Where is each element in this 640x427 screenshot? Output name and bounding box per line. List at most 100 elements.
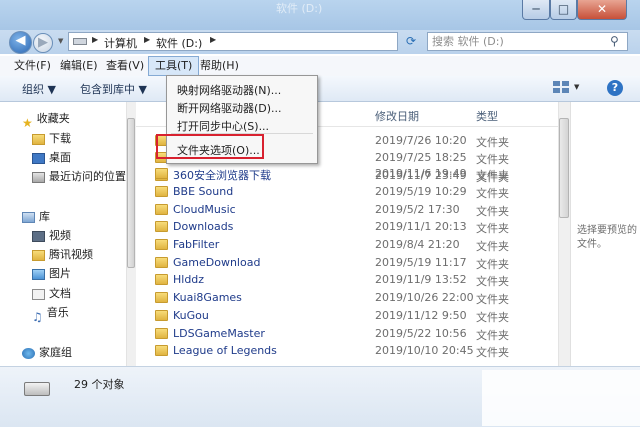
file-row[interactable]: Downloads 2019/11/1 20:13 文件夹 (136, 218, 562, 236)
drive-icon (73, 38, 87, 45)
menu-item-disconnect-network-drive[interactable]: 断开网络驱动器(D)... (177, 100, 282, 116)
nav-pictures[interactable]: 图片 (32, 265, 71, 283)
nav-music[interactable]: ♫ 音乐 (32, 304, 69, 324)
nav-recent-places[interactable]: 最近访问的位置 (32, 168, 126, 186)
file-modified-date: 2019/11/1 20:13 (375, 220, 467, 233)
column-header-modified[interactable]: 修改日期 (375, 108, 419, 124)
menu-view[interactable]: 查看(V) (100, 56, 150, 76)
file-name: Kuai8Games (173, 291, 242, 304)
pictures-library-icon (32, 268, 45, 280)
drive-icon (24, 382, 50, 396)
star-icon: ★ (22, 115, 33, 130)
change-view-icon[interactable] (553, 81, 569, 94)
annotation-highlight-box (156, 134, 264, 159)
file-modified-date: 2019/7/26 10:20 (375, 134, 467, 147)
close-button[interactable]: ✕ (577, 0, 627, 20)
video-library-icon (32, 230, 45, 242)
folder-icon (155, 204, 168, 215)
navigation-pane: ★ 收藏夹 下载 桌面 最近访问的位置 库 视频 腾讯视频 图片 文档 ♫ 音乐 家… (0, 102, 126, 366)
column-header-type[interactable]: 类型 (476, 108, 498, 124)
nav-favorites[interactable]: ★ 收藏夹 (22, 110, 70, 130)
minimize-button[interactable]: ─ (522, 0, 550, 20)
menu-item-open-sync-center[interactable]: 打开同步中心(S)... (177, 118, 269, 134)
nav-videos[interactable]: 视频 (32, 227, 71, 245)
nav-desktop-label: 桌面 (49, 151, 71, 164)
back-button[interactable]: ◀ (9, 31, 32, 54)
file-row[interactable]: FabFilter 2019/8/4 21:20 文件夹 (136, 236, 562, 254)
file-modified-date: 2019/11/12 9:50 (375, 309, 467, 322)
file-modified-date: 2019/5/19 11:17 (375, 256, 467, 269)
breadcrumb-drive[interactable]: 软件 (D:) (156, 35, 202, 51)
file-row[interactable]: GameDownload 2019/5/19 11:17 文件夹 (136, 254, 562, 272)
file-modified-date: 2019/5/22 10:56 (375, 327, 467, 340)
include-in-library-button[interactable]: 包含到库中 ▼ (80, 81, 147, 97)
maximize-button[interactable]: □ (550, 0, 577, 20)
file-name: CloudMusic (173, 203, 236, 216)
watermark-overlay (482, 370, 640, 426)
search-icon[interactable]: ⚲ (610, 34, 619, 48)
menu-edit[interactable]: 编辑(E) (54, 56, 104, 76)
file-name: LDSGameMaster (173, 327, 265, 340)
menu-file[interactable]: 文件(F) (8, 56, 57, 76)
file-name: Hlddz (173, 273, 205, 286)
documents-library-icon (32, 288, 45, 300)
nav-libraries[interactable]: 库 (22, 208, 50, 226)
file-row[interactable]: Kuai8Games 2019/10/26 22:00 文件夹 (136, 289, 562, 307)
file-row[interactable]: Hlddz 2019/11/9 13:52 文件夹 (136, 271, 562, 289)
file-row[interactable]: LDSGameMaster 2019/5/22 10:56 文件夹 (136, 325, 562, 343)
file-type: 文件夹 (476, 346, 509, 359)
file-type: 文件夹 (476, 311, 509, 324)
file-list-scrollbar-thumb[interactable] (559, 118, 569, 218)
folder-icon (155, 274, 168, 285)
file-type: 文件夹 (476, 293, 509, 306)
file-modified-date: 2019/10/10 20:45 (375, 344, 474, 357)
file-type: 文件夹 (476, 187, 509, 200)
nav-downloads[interactable]: 下载 (32, 130, 71, 148)
recent-pages-chevron-icon[interactable]: ▼ (58, 37, 63, 45)
menu-item-map-network-drive[interactable]: 映射网络驱动器(N)... (177, 82, 281, 98)
address-bar[interactable]: ▶ 计算机 ▶ 软件 (D:) ▶ ▼ (68, 32, 459, 51)
file-row[interactable]: CloudMusic 2019/5/2 17:30 文件夹 (136, 201, 562, 219)
file-name: GameDownload (173, 256, 261, 269)
search-input[interactable] (432, 34, 602, 49)
menu-help[interactable]: 帮助(H) (194, 56, 245, 76)
folder-icon (155, 328, 168, 339)
breadcrumb-computer[interactable]: 计算机 (104, 35, 137, 51)
refresh-icon[interactable]: ⟳ (401, 32, 421, 51)
file-row[interactable]: KuGou 2019/11/12 9:50 文件夹 (136, 307, 562, 325)
nav-tencent-video[interactable]: 腾讯视频 (32, 246, 93, 264)
menu-tools[interactable]: 工具(T) (148, 56, 200, 76)
help-icon[interactable]: ? (607, 80, 623, 96)
nav-tencent-video-label: 腾讯视频 (49, 248, 93, 261)
file-row[interactable]: BBE Sound 2019/5/19 10:29 文件夹 (136, 183, 562, 201)
folder-icon (155, 310, 168, 321)
file-modified-date: 2019/8/4 21:20 (375, 238, 460, 251)
search-box[interactable]: ⚲ (427, 32, 628, 51)
file-name: 360安全浏览器下载 (173, 169, 271, 182)
nav-homegroup[interactable]: 家庭组 (22, 344, 72, 362)
nav-pane-scrollbar-thumb[interactable] (127, 118, 135, 268)
chevron-right-icon[interactable]: ▶ (144, 35, 150, 44)
organize-button[interactable]: 组织 ▼ (22, 81, 56, 97)
folder-icon (155, 345, 168, 356)
file-type: 文件夹 (476, 329, 509, 342)
nav-downloads-label: 下载 (49, 132, 71, 145)
file-type: 文件夹 (476, 275, 509, 288)
folder-icon (155, 257, 168, 268)
library-icon (22, 211, 35, 223)
nav-documents[interactable]: 文档 (32, 285, 71, 303)
file-row[interactable]: 360安全浏览器下载 2019/11/6 19:49 文件夹 (136, 165, 562, 183)
nav-recent-places-label: 最近访问的位置 (49, 170, 126, 183)
folder-icon (155, 239, 168, 250)
file-row[interactable]: League of Legends 2019/10/10 20:45 文件夹 (136, 342, 562, 360)
chevron-right-icon[interactable]: ▶ (92, 35, 98, 44)
folder-icon (155, 292, 168, 303)
forward-button[interactable]: ▶ (33, 33, 53, 53)
chevron-right-icon[interactable]: ▶ (210, 35, 216, 44)
view-options-chevron-icon[interactable]: ▼ (574, 83, 579, 91)
file-name: League of Legends (173, 344, 277, 357)
file-name: Downloads (173, 220, 234, 233)
file-name: BBE Sound (173, 185, 234, 198)
file-type: 文件夹 (476, 205, 509, 218)
nav-desktop[interactable]: 桌面 (32, 149, 71, 167)
